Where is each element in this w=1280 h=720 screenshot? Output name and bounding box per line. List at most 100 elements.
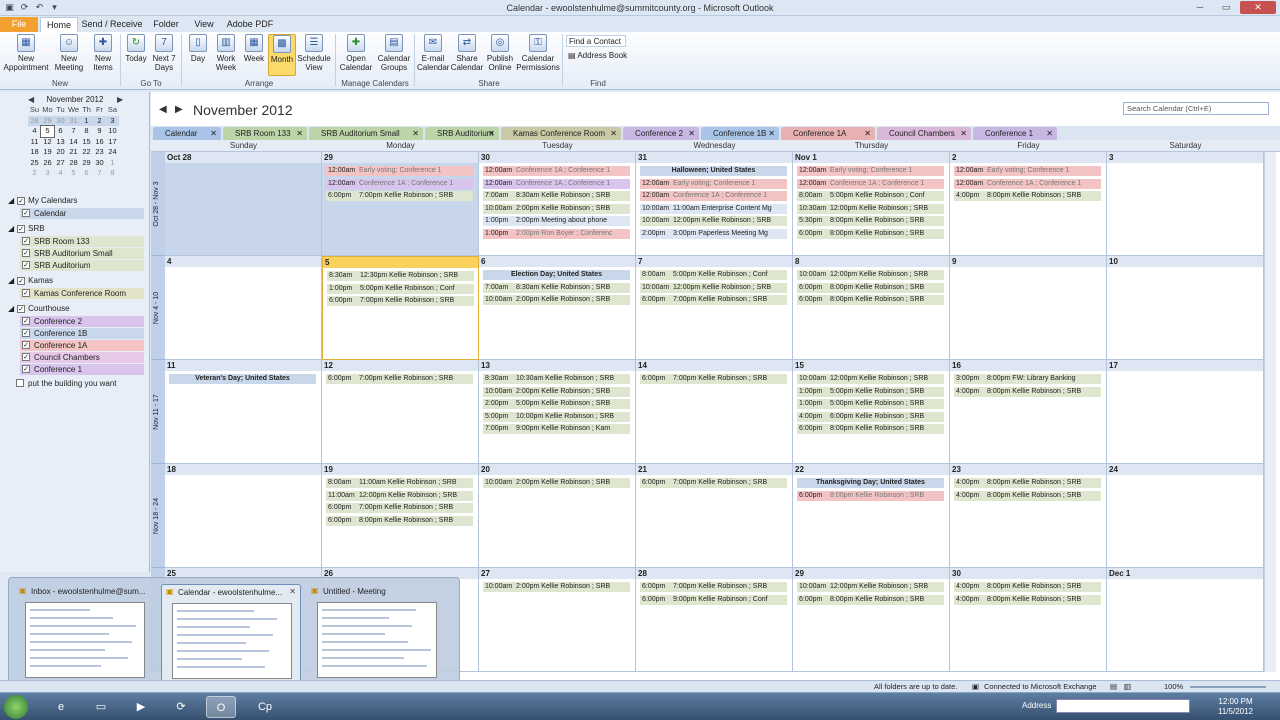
calendar-event[interactable]: 10:00am 2:00pm Kellie Robinson ; SRB	[483, 295, 630, 306]
tab-view[interactable]: View	[188, 17, 220, 32]
mini-calendar-day[interactable]: 23	[93, 147, 106, 158]
holiday-event[interactable]: Election Day; United States	[483, 270, 630, 280]
mini-calendar-day[interactable]: 6	[80, 168, 93, 179]
day-cell[interactable]: 14 6:00pm 7:00pm Kellie Robinson ; SRB	[636, 360, 793, 464]
mini-calendar-day[interactable]: 20	[54, 147, 67, 158]
mini-calendar-day[interactable]: 30	[93, 158, 106, 169]
calendar-event[interactable]: 10:00am 12:00pm Kellie Robinson ; SRB	[640, 282, 787, 293]
week-label[interactable]: Oct 28 - Nov 3	[151, 152, 165, 256]
calendar-event[interactable]: 10:00am 12:00pm Kellie Robinson ; SRB	[797, 582, 944, 592]
calendar-event[interactable]: 4:00pm 8:00pm Kellie Robinson ; SRB	[954, 594, 1101, 605]
mini-calendar-day[interactable]: 24	[106, 147, 119, 158]
maximize-button[interactable]: ▭	[1214, 1, 1238, 14]
calendar-tab[interactable]: SRB Auditorium Small ✕	[309, 127, 423, 140]
camtasia-icon[interactable]: Cp	[250, 696, 280, 718]
tab-folder[interactable]: Folder	[148, 17, 184, 32]
calendar-checkbox[interactable]: ✓	[22, 341, 30, 349]
nav-calendar-item[interactable]: ✓ Calendar	[20, 208, 144, 219]
calendar-checkbox[interactable]: ✓	[22, 289, 30, 297]
close-tab-icon[interactable]: ✕	[296, 127, 303, 140]
tab-adobe-pdf[interactable]: Adobe PDF	[224, 17, 276, 32]
calendar-event[interactable]: 4:00pm 8:00pm Kellie Robinson ; SRB	[954, 490, 1101, 501]
calendar-event[interactable]: 10:00am 2:00pm Kellie Robinson ; SRB	[483, 203, 630, 214]
preview-thumbnail[interactable]: ▣ Calendar - ewoolstenhulme... ✕	[161, 584, 301, 682]
day-cell[interactable]: 2 12:00am Early voting; Conference 1 12:00a…	[950, 152, 1107, 256]
day-cell[interactable]: 13 8:30am 10:30am Kellie Robinson ; SRB 10:…	[479, 360, 636, 464]
calendar-event[interactable]: 8:30am 10:30am Kellie Robinson ; SRB	[483, 374, 630, 384]
day-cell[interactable]: 5 8:30am 12:30pm Kellie Robinson ; SRB 1:00…	[322, 256, 479, 360]
calendar-event[interactable]: 6:00pm 7:00pm Kellie Robinson ; SRB	[640, 295, 787, 306]
mini-calendar-day[interactable]: 14	[67, 137, 80, 148]
calendar-event[interactable]: 10:00am 2:00pm Kellie Robinson ; SRB	[483, 478, 630, 488]
day-cell[interactable]: Oct 28	[165, 152, 322, 256]
calendar-event[interactable]: 10:30am 12:00pm Kellie Robinson ; SRB	[797, 203, 944, 214]
nav-calendar-item[interactable]: ✓ Conference 1B	[20, 328, 144, 339]
calendar-event[interactable]: 6:00pm 8:00pm Kellie Robinson ; SRB	[797, 282, 944, 293]
calendar-event[interactable]: 6:00pm 7:00pm Kellie Robinson ; SRB	[640, 374, 787, 384]
week-view-button[interactable]: ▦ Week	[240, 34, 268, 63]
mini-calendar-day[interactable]: 30	[54, 115, 67, 126]
calendar-event[interactable]: 5:00pm 10:00pm Kellie Robinson ; SRB	[483, 411, 630, 422]
explorer-icon[interactable]: ▭	[86, 696, 116, 718]
nav-extra-item[interactable]: put the building you want	[14, 378, 138, 389]
calendar-checkbox[interactable]: ✓	[22, 329, 30, 337]
calendar-event[interactable]: 12:00am Early voting; Conference 1	[954, 166, 1101, 176]
week-label[interactable]: Nov 18 - 24	[151, 464, 165, 568]
preview-thumbnail[interactable]: ▣ Untitled - Meeting	[307, 584, 447, 682]
holiday-event[interactable]: Thanksgiving Day; United States	[797, 478, 944, 488]
close-tab-icon[interactable]: ✕	[768, 127, 775, 140]
mini-calendar-day[interactable]: 9	[93, 126, 106, 137]
email-calendar-button[interactable]: ✉ E-mail Calendar	[417, 34, 449, 72]
publish-online-button[interactable]: ◎ Publish Online	[484, 34, 516, 72]
mini-calendar-day[interactable]: 27	[54, 158, 67, 169]
ie-icon[interactable]: e	[46, 696, 76, 718]
today-button[interactable]: ↻ Today	[123, 34, 149, 63]
calendar-event[interactable]: 12:00am Conference 1A ; Conference 1	[954, 178, 1101, 189]
calendar-event[interactable]: 7:00am 8:30am Kellie Robinson ; SRB	[483, 191, 630, 202]
open-calendar-button[interactable]: ✚ Open Calendar	[338, 34, 374, 72]
day-cell[interactable]: 31 Halloween; United States 12:00am Early v…	[636, 152, 793, 256]
calendar-tab[interactable]: Conference 2 ✕	[623, 127, 699, 140]
section-checkbox[interactable]: ✓	[17, 304, 26, 313]
calendar-event[interactable]: 7:00pm 9:00pm Kellie Robinson ; Kam	[483, 424, 630, 435]
collapse-icon[interactable]: ◢	[8, 304, 14, 313]
close-tab-icon[interactable]: ✕	[960, 127, 967, 140]
close-tab-icon[interactable]: ✕	[210, 127, 217, 140]
zoom-slider[interactable]	[1190, 686, 1266, 688]
day-cell[interactable]: Nov 1 12:00am Early voting; Conference 1 12…	[793, 152, 950, 256]
mini-calendar-day[interactable]: 31	[67, 115, 80, 126]
week-label[interactable]: Nov 11 - 17	[151, 360, 165, 464]
nav-calendar-item[interactable]: ✓ Kamas Conference Room	[20, 288, 144, 299]
mini-calendar-day[interactable]: 13	[54, 137, 67, 148]
share-calendar-button[interactable]: ⇄ Share Calendar	[450, 34, 484, 72]
calendar-event[interactable]: 1:00pm 2:00pm Ron Boyer ; Conferenc	[483, 229, 630, 239]
day-cell[interactable]: 16 3:00pm 8:00pm FW: Library Banking 4:00pm…	[950, 360, 1107, 464]
calendar-event[interactable]: 1:00pm 5:00pm Kellie Robinson ; SRB	[797, 399, 944, 410]
close-tab-icon[interactable]: ✕	[688, 127, 695, 140]
calendar-tab[interactable]: Council Chambers ✕	[877, 127, 971, 140]
calendar-event[interactable]: 12:00am Early voting; Conference 1	[326, 166, 473, 176]
calendar-event[interactable]: 4:00pm 8:00pm Kellie Robinson ; SRB	[954, 191, 1101, 202]
calendar-event[interactable]: 6:00pm 8:00pm Kellie Robinson ; SRB	[797, 490, 944, 501]
calendar-event[interactable]: 10:00am 12:00pm Kellie Robinson ; SRB	[640, 216, 787, 227]
close-tab-icon[interactable]: ✕	[1046, 127, 1053, 140]
new-appointment-button[interactable]: ▦ New Appointment	[2, 34, 50, 72]
day-cell[interactable]: 29 12:00am Early voting; Conference 1 12:00…	[322, 152, 479, 256]
mini-calendar-day[interactable]: 18	[28, 147, 41, 158]
calendar-event[interactable]: 12:00am Conference 1A ; Conference 1	[640, 191, 787, 202]
calendar-event[interactable]: 12:00am Conference 1A ; Conference 1	[483, 166, 630, 176]
calendar-event[interactable]: 5:30pm 8:00pm Kellie Robinson ; SRB	[797, 216, 944, 227]
find-contact-input[interactable]: Find a Contact	[566, 35, 626, 47]
nav-calendar-item[interactable]: ✓ Conference 2	[20, 316, 144, 327]
calendar-event[interactable]: 8:00am 5:00pm Kellie Robinson ; Conf	[640, 270, 787, 280]
section-checkbox[interactable]: ✓	[17, 224, 26, 233]
calendar-tab[interactable]: SRB Room 133 ✕	[223, 127, 307, 140]
day-cell[interactable]: 8 10:00am 12:00pm Kellie Robinson ; SRB 6:0…	[793, 256, 950, 360]
calendar-checkbox[interactable]: ✓	[22, 317, 30, 325]
month-view-button[interactable]: ▩ Month	[268, 34, 296, 76]
nav-section-my-calendars[interactable]: ◢ ✓ My Calendars	[8, 196, 78, 205]
calendar-event[interactable]: 12:00am Conference 1A ; Conference 1	[483, 178, 630, 189]
day-cell[interactable]: 3	[1107, 152, 1264, 256]
calendar-checkbox[interactable]: ✓	[22, 365, 30, 373]
calendar-event[interactable]: 6:00pm 7:00pm Kellie Robinson ; SRB	[326, 191, 473, 202]
